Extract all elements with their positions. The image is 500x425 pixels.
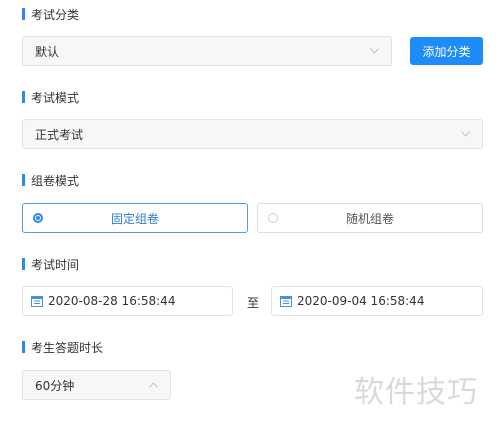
section-title-mode: 考试模式 — [22, 90, 80, 105]
section-title-exam-time: 考试时间 — [22, 257, 80, 272]
chevron-up-icon — [149, 382, 158, 391]
section-title-duration: 考生答题时长 — [22, 340, 104, 355]
exam-time-title: 考试时间 — [31, 257, 80, 272]
category-select[interactable]: 默认 — [22, 36, 392, 66]
paper-mode-option-label: 随机组卷 — [345, 211, 394, 226]
start-time-input[interactable]: 2020-08-28 16:58:44 — [22, 286, 233, 316]
mode-title: 考试模式 — [31, 90, 80, 105]
paper-mode-title: 组卷模式 — [31, 173, 80, 188]
duration-title: 考生答题时长 — [31, 340, 104, 355]
section-marker — [22, 174, 25, 186]
end-time-value: 2020-09-04 16:58:44 — [297, 294, 425, 308]
paper-mode-option-random[interactable]: 随机组卷 — [257, 203, 483, 233]
section-title-paper-mode: 组卷模式 — [22, 173, 80, 188]
section-title-category: 考试分类 — [22, 7, 80, 22]
paper-mode-option-fixed[interactable]: 固定组卷 — [22, 203, 248, 233]
exam-mode-select-value: 正式考试 — [35, 127, 84, 142]
radio-unselected-icon — [268, 213, 278, 223]
section-marker — [22, 91, 25, 103]
calendar-icon — [31, 295, 43, 307]
radio-selected-icon — [33, 213, 43, 223]
exam-mode-select[interactable]: 正式考试 — [22, 119, 483, 149]
watermark-text: 软件技巧 — [354, 375, 478, 410]
date-range-separator: 至 — [247, 296, 260, 310]
duration-select[interactable]: 60分钟 — [22, 370, 171, 400]
start-time-value: 2020-08-28 16:58:44 — [48, 294, 176, 308]
section-marker — [22, 341, 25, 353]
category-title: 考试分类 — [31, 7, 80, 22]
add-category-button[interactable]: 添加分类 — [410, 37, 483, 65]
calendar-icon — [280, 295, 292, 307]
section-marker — [22, 8, 25, 20]
chevron-down-icon — [461, 131, 470, 140]
chevron-down-icon — [370, 48, 379, 57]
paper-mode-option-label: 固定组卷 — [110, 211, 159, 226]
category-select-value: 默认 — [35, 44, 60, 59]
end-time-input[interactable]: 2020-09-04 16:58:44 — [271, 286, 483, 316]
section-marker — [22, 258, 25, 270]
duration-select-value: 60分钟 — [35, 378, 75, 393]
